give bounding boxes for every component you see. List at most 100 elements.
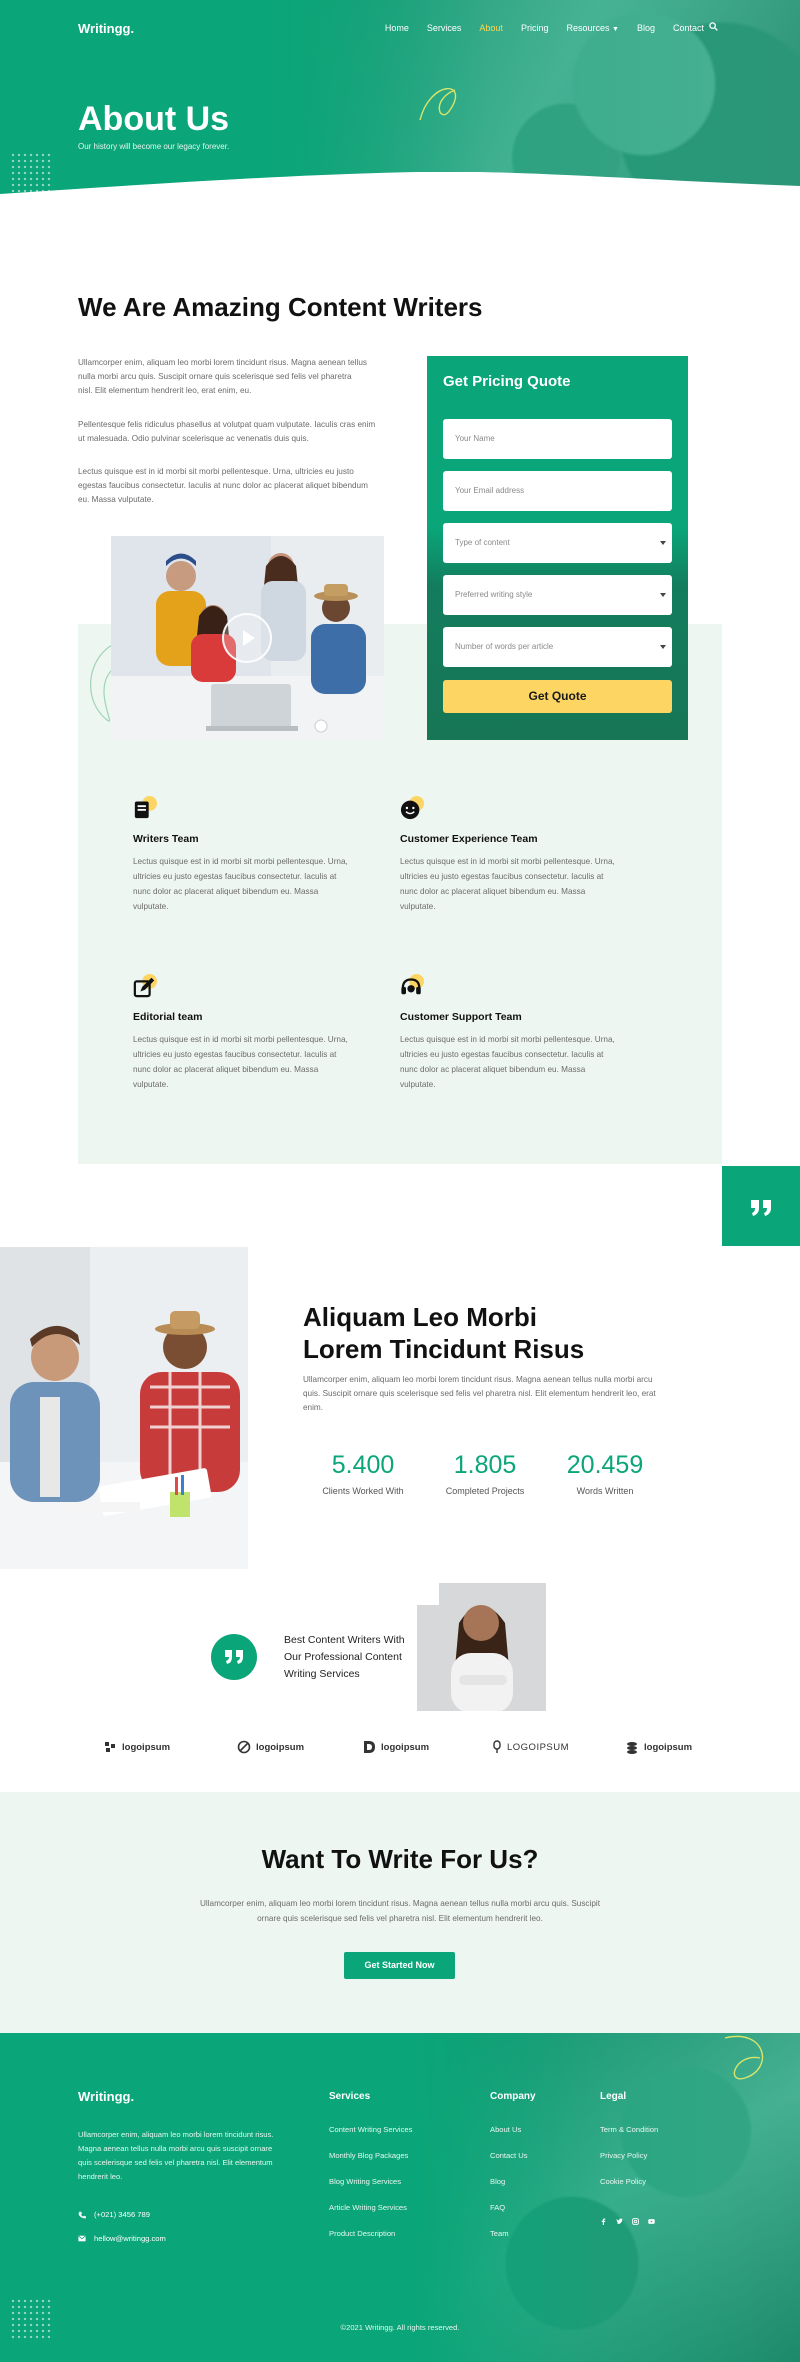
- youtube-icon[interactable]: [648, 2218, 655, 2225]
- partner-logo-text: logoipsum: [122, 1741, 171, 1753]
- about-title-line-1: Aliquam Leo Morbi: [303, 1302, 537, 1332]
- get-quote-button[interactable]: Get Quote: [443, 680, 672, 713]
- main-nav: Home Services About Pricing Resources ▼ …: [385, 23, 704, 33]
- footer-email[interactable]: hellow@writingg.com: [78, 2234, 166, 2243]
- dots-pattern: [10, 2298, 54, 2342]
- content-type-select[interactable]: Type of content: [443, 523, 672, 563]
- footer-link[interactable]: FAQ: [490, 2203, 505, 2212]
- cta-text: Ullamcorper enim, aliquam leo morbi lore…: [199, 1899, 600, 1923]
- cta-section: Want To Write For Us? Ullamcorper enim, …: [0, 1792, 800, 2033]
- footer-link[interactable]: Blog Writing Services: [329, 2177, 401, 2186]
- partner-logo-text: logoipsum: [256, 1741, 305, 1753]
- footer-link[interactable]: Term & Condition: [600, 2125, 658, 2134]
- partner-logo: logoipsum: [625, 1740, 692, 1754]
- intro-paragraph-2: Pellentesque felis ridiculus phasellus a…: [78, 420, 376, 443]
- footer-link[interactable]: Content Writing Services: [329, 2125, 412, 2134]
- footer-link[interactable]: Team: [490, 2229, 509, 2238]
- footer-link[interactable]: Blog: [490, 2177, 505, 2186]
- footer-column-title: Company: [490, 2091, 536, 2102]
- play-icon: [243, 630, 255, 646]
- stat-label: Words Written: [576, 1486, 634, 1496]
- about-paragraph: Ullamcorper enim, aliquam leo morbi lore…: [303, 1375, 656, 1412]
- partner-logo-text: LOGOIPSUM: [507, 1741, 570, 1753]
- caret-down-icon: [660, 541, 666, 545]
- team-card-customer-support: Customer Support Team Lectus quisque est…: [400, 974, 620, 1094]
- footer-about-text: Ullamcorper enim, aliquam leo morbi lore…: [78, 2130, 274, 2181]
- writing-style-select[interactable]: Preferred writing style: [443, 575, 672, 615]
- footer-email-text: hellow@writingg.com: [94, 2234, 166, 2243]
- caret-down-icon: [660, 645, 666, 649]
- stat-label: Completed Projects: [445, 1486, 525, 1496]
- partner-logo: logoipsum: [103, 1740, 170, 1754]
- stat-projects: 1.805 Completed Projects: [425, 1451, 545, 1496]
- partner-logo: logoipsum: [237, 1740, 304, 1754]
- nav-home[interactable]: Home: [385, 23, 409, 33]
- intro-paragraph-1: Ullamcorper enim, aliquam leo morbi lore…: [78, 358, 367, 395]
- decorative-swirl: [419, 87, 457, 121]
- content-type-value: Type of content: [455, 538, 510, 547]
- writers-working-photo: [0, 1247, 248, 1569]
- footer-phone-text: (+021) 3456 789: [94, 2210, 150, 2219]
- email-field[interactable]: Your Email address: [443, 471, 672, 511]
- team-description: Lectus quisque est in id morbi sit morbi…: [400, 1035, 615, 1089]
- writing-style-value: Preferred writing style: [455, 590, 533, 599]
- hero-wave-divider: [0, 172, 800, 210]
- about-title-line-2: Lorem Tincidunt Risus: [303, 1334, 585, 1364]
- footer-link[interactable]: Contact Us: [490, 2151, 528, 2160]
- nav-resources-label: Resources: [566, 23, 610, 33]
- nav-contact[interactable]: Contact: [673, 23, 704, 33]
- nav-about[interactable]: About: [479, 23, 503, 33]
- nav-pricing[interactable]: Pricing: [521, 23, 549, 33]
- twitter-icon[interactable]: [616, 2218, 623, 2225]
- footer-logo[interactable]: Writingg.: [78, 2089, 134, 2104]
- hero-section: Writingg. Home Services About Pricing Re…: [0, 0, 800, 210]
- stat-label: Clients Worked With: [322, 1486, 404, 1496]
- partner-logo: LOGOIPSUM: [492, 1740, 569, 1754]
- logo[interactable]: Writingg.: [78, 21, 134, 36]
- footer-link[interactable]: Monthly Blog Packages: [329, 2151, 408, 2160]
- footer-link[interactable]: Cookie Policy: [600, 2177, 646, 2186]
- pricing-quote-form: Get Pricing Quote Your Name Your Email a…: [427, 356, 688, 740]
- play-button[interactable]: [222, 613, 272, 663]
- facebook-icon[interactable]: [600, 2218, 607, 2225]
- stat-words: 20.459 Words Written: [545, 1451, 665, 1496]
- page: Writingg. Home Services About Pricing Re…: [0, 0, 800, 2362]
- team-description: Lectus quisque est in id morbi sit morbi…: [133, 857, 348, 911]
- partner-logos: logoipsum logoipsum logoipsum LOGOIPSUM …: [0, 1740, 800, 1760]
- logo-mark-icon: [105, 1742, 115, 1752]
- social-links: [600, 2218, 655, 2225]
- stat-clients: 5.400 Clients Worked With: [303, 1451, 423, 1496]
- nav-resources[interactable]: Resources ▼: [566, 23, 618, 33]
- logo-mark-icon: [627, 1742, 637, 1754]
- word-count-select[interactable]: Number of words per article: [443, 627, 672, 667]
- get-started-button[interactable]: Get Started Now: [344, 1952, 455, 1979]
- name-field[interactable]: Your Name: [443, 419, 672, 459]
- floating-quote-tab[interactable]: [722, 1166, 800, 1246]
- footer-link[interactable]: Privacy Policy: [600, 2151, 647, 2160]
- footer-link[interactable]: Product Description: [329, 2229, 395, 2238]
- logo-mark-icon: [493, 1740, 501, 1753]
- instagram-icon[interactable]: [632, 2218, 639, 2225]
- name-field-placeholder: Your Name: [455, 434, 495, 443]
- phone-icon: [78, 2211, 86, 2218]
- testimonial-photo-corner: [417, 1583, 439, 1605]
- footer-phone[interactable]: (+021) 3456 789: [78, 2210, 150, 2219]
- search-icon[interactable]: [709, 22, 718, 31]
- email-field-placeholder: Your Email address: [455, 486, 525, 495]
- nav-services[interactable]: Services: [427, 23, 462, 33]
- nav-blog[interactable]: Blog: [637, 23, 655, 33]
- team-description: Lectus quisque est in id morbi sit morbi…: [400, 857, 615, 911]
- edit-icon: [133, 974, 157, 998]
- team-video-thumbnail[interactable]: [111, 536, 384, 740]
- team-card-writers: Writers Team Lectus quisque est in id mo…: [133, 796, 353, 916]
- footer-link[interactable]: Article Writing Services: [329, 2203, 407, 2212]
- partner-logo-text: logoipsum: [644, 1741, 693, 1753]
- footer-link[interactable]: About Us: [490, 2125, 521, 2134]
- quote-form-title: Get Pricing Quote: [443, 373, 571, 390]
- word-count-value: Number of words per article: [455, 642, 554, 651]
- chevron-down-icon: ▼: [612, 26, 619, 33]
- footer-column-title: Legal: [600, 2091, 627, 2102]
- smiley-icon: [400, 796, 424, 820]
- caret-down-icon: [660, 593, 666, 597]
- stat-value: 20.459: [566, 1451, 644, 1479]
